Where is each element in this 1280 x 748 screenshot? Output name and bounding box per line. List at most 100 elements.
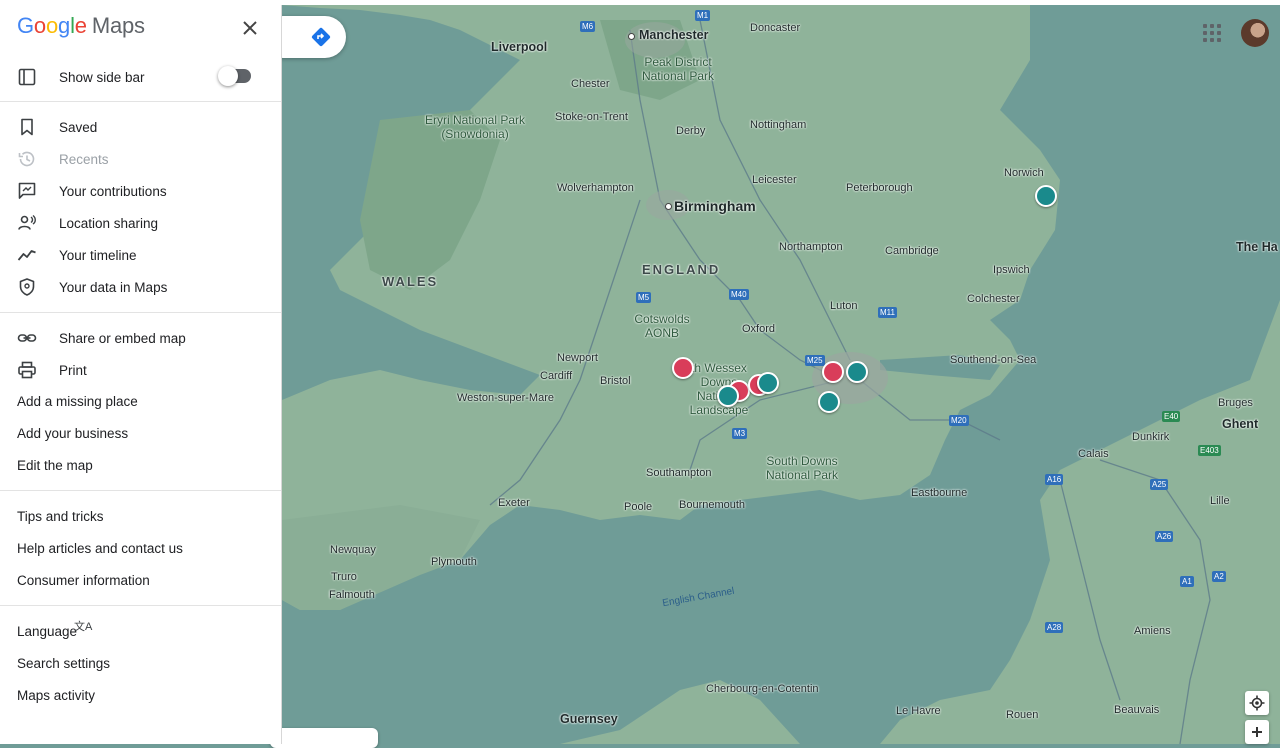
saved-heart-pin[interactable]: [672, 357, 694, 379]
city-label[interactable]: Northampton: [779, 241, 843, 253]
menu-item-label: Consumer information: [17, 572, 150, 588]
road-shield: A26: [1155, 531, 1174, 542]
road-shield: M1: [695, 10, 711, 21]
city-label[interactable]: Rouen: [1006, 709, 1038, 721]
menu-item-tips-and-tricks[interactable]: Tips and tricks: [0, 501, 281, 531]
close-icon[interactable]: [238, 16, 262, 40]
menu-item-your-contributions[interactable]: Your contributions: [0, 176, 281, 206]
saved-heart-pin[interactable]: [822, 361, 844, 383]
menu-item-your-data-in-maps[interactable]: Your data in Maps: [0, 272, 281, 302]
show-side-bar-toggle[interactable]: [218, 66, 251, 86]
menu-item-location-sharing[interactable]: Location sharing: [0, 208, 281, 238]
city-label[interactable]: Lille: [1210, 495, 1230, 507]
city-label[interactable]: Chester: [571, 78, 610, 90]
city-label[interactable]: Newport: [557, 352, 598, 364]
menu-item-consumer-information[interactable]: Consumer information: [0, 565, 281, 595]
city-label[interactable]: Wolverhampton: [557, 182, 634, 194]
city-label[interactable]: Nottingham: [750, 119, 806, 131]
city-label[interactable]: Oxford: [742, 323, 775, 335]
city-label[interactable]: Ghent: [1222, 417, 1258, 431]
city-label[interactable]: Derby: [676, 125, 705, 137]
menu-item-saved[interactable]: Saved: [0, 112, 281, 142]
city-label[interactable]: Exeter: [498, 497, 530, 509]
city-label[interactable]: Plymouth: [431, 556, 477, 568]
city-label[interactable]: Luton: [830, 300, 858, 312]
menu-item-language[interactable]: Language 文A: [0, 616, 281, 646]
directions-icon[interactable]: [311, 27, 331, 47]
bookmark-icon: [21, 118, 33, 136]
saved-flag-pin[interactable]: [757, 372, 779, 394]
city-label[interactable]: Stoke-on-Trent: [555, 111, 628, 123]
city-label[interactable]: Amiens: [1134, 625, 1171, 637]
print-icon: [18, 361, 36, 379]
city-label[interactable]: Cambridge: [885, 245, 939, 257]
city-label[interactable]: Bristol: [600, 375, 631, 387]
city-label[interactable]: Le Havre: [896, 705, 941, 717]
city-label[interactable]: Dunkirk: [1132, 431, 1169, 443]
city-label[interactable]: Cardiff: [540, 370, 572, 382]
saved-flag-pin[interactable]: [717, 385, 739, 407]
menu-item-label: Your data in Maps: [59, 279, 168, 295]
shield-icon: [19, 278, 35, 296]
city-label[interactable]: Beauvais: [1114, 704, 1159, 716]
saved-flag-pin[interactable]: [1035, 185, 1057, 207]
avatar[interactable]: [1241, 19, 1269, 47]
translate-icon: 文A: [74, 621, 93, 633]
menu-item-label: Recents: [59, 151, 109, 167]
city-label[interactable]: Falmouth: [329, 589, 375, 601]
show-side-bar-row[interactable]: Show side bar: [0, 62, 281, 92]
road-shield: E40: [1162, 411, 1181, 422]
menu-item-help-articles[interactable]: Help articles and contact us: [0, 533, 281, 563]
people-icon: [18, 214, 36, 230]
menu-item-your-timeline[interactable]: Your timeline: [0, 240, 281, 270]
city-label[interactable]: Newquay: [330, 544, 376, 556]
city-label[interactable]: Leicester: [752, 174, 797, 186]
city-label[interactable]: Colchester: [967, 293, 1020, 305]
road-shield: A1: [1180, 576, 1194, 587]
region-label: WALES: [382, 274, 439, 289]
park-label[interactable]: South Downs National Park: [760, 454, 844, 482]
menu-item-label: Tips and tricks: [17, 508, 104, 524]
menu-item-print[interactable]: Print: [0, 355, 281, 385]
park-label[interactable]: Eryri National Park (Snowdonia): [420, 113, 530, 141]
my-location-button[interactable]: [1245, 691, 1269, 715]
city-label[interactable]: Ipswich: [993, 264, 1030, 276]
zoom-in-button[interactable]: [1245, 720, 1269, 744]
city-label[interactable]: Southampton: [646, 467, 711, 479]
city-label[interactable]: Cherbourg-en-Cotentin: [706, 683, 819, 695]
city-label[interactable]: Manchester: [639, 28, 708, 42]
apps-grid-icon[interactable]: [1203, 24, 1221, 42]
plus-icon: [1252, 727, 1262, 737]
park-label[interactable]: Peak District National Park: [632, 55, 724, 83]
city-label[interactable]: Birmingham: [674, 198, 756, 214]
layers-control[interactable]: [270, 728, 378, 748]
road-shield: A28: [1045, 622, 1064, 633]
city-label[interactable]: Eastbourne: [911, 487, 967, 499]
menu-item-add-a-missing-place[interactable]: Add a missing place: [0, 386, 281, 416]
road-shield: M5: [636, 292, 652, 303]
menu-item-label: Add your business: [17, 425, 129, 441]
city-label[interactable]: Guernsey: [560, 712, 618, 726]
road-shield: M25: [805, 355, 825, 366]
sidebar-icon: [18, 68, 36, 86]
city-label[interactable]: Poole: [624, 501, 652, 513]
menu-item-share-or-embed-map[interactable]: Share or embed map: [0, 323, 281, 353]
menu-item-add-your-business[interactable]: Add your business: [0, 418, 281, 448]
saved-flag-pin[interactable]: [846, 361, 868, 383]
menu-item-edit-the-map[interactable]: Edit the map: [0, 450, 281, 480]
city-label[interactable]: Bournemouth: [679, 499, 745, 511]
city-label[interactable]: Calais: [1078, 448, 1109, 460]
city-label[interactable]: Truro: [331, 571, 357, 583]
city-label[interactable]: Doncaster: [750, 22, 800, 34]
saved-flag-pin[interactable]: [818, 391, 840, 413]
city-label[interactable]: Bruges: [1218, 397, 1253, 409]
menu-item-maps-activity[interactable]: Maps activity: [0, 680, 281, 710]
city-label[interactable]: Southend-on-Sea: [950, 354, 1036, 366]
city-label[interactable]: Liverpool: [491, 40, 547, 54]
park-label[interactable]: Cotswolds AONB: [630, 312, 694, 340]
city-label[interactable]: The Ha: [1236, 240, 1278, 254]
city-label[interactable]: Weston-super-Mare: [457, 392, 554, 404]
menu-item-search-settings[interactable]: Search settings: [0, 648, 281, 678]
city-label[interactable]: Norwich: [1004, 167, 1044, 179]
city-label[interactable]: Peterborough: [846, 182, 913, 194]
